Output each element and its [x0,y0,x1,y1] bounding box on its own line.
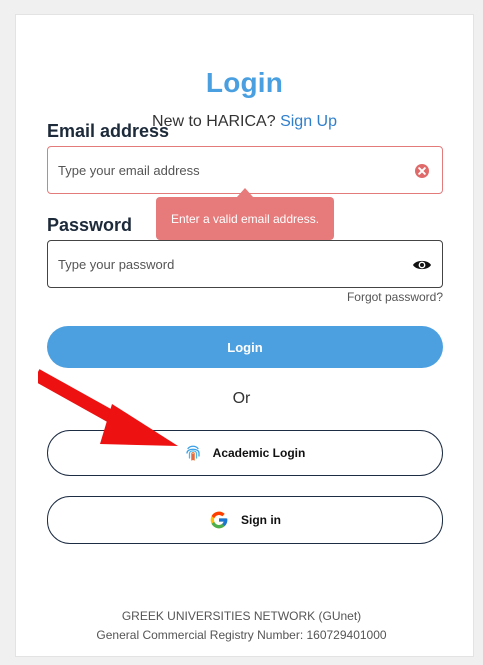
academic-login-label: Academic Login [212,446,306,460]
google-signin-label: Sign in [241,513,281,527]
footer-org-name: GREEK UNIVERSITIES NETWORK (GUnet) [121,609,362,623]
password-field[interactable] [47,240,443,288]
google-g-icon [209,510,229,530]
error-clear-icon[interactable] [412,161,432,181]
login-button[interactable]: Login [47,326,443,368]
forgot-password-link[interactable]: Forgot password? [347,290,443,304]
footer-registry: General Commercial Registry Number: 1607… [96,628,387,642]
signup-link[interactable]: Sign Up [280,113,337,130]
red-arrow [38,369,178,446]
email-field[interactable] [47,146,443,194]
google-signin-button[interactable]: Sign in [47,496,443,544]
email-input[interactable] [58,147,398,193]
password-label: Password [47,215,133,235]
email-label: Email address [47,121,170,141]
signup-prompt-text: New to HARICA? [152,113,276,130]
email-error-tooltip: Enter a valid email address. [156,188,334,240]
eye-icon[interactable] [412,255,432,275]
page-title: Login [205,67,284,98]
password-input[interactable] [58,241,398,287]
